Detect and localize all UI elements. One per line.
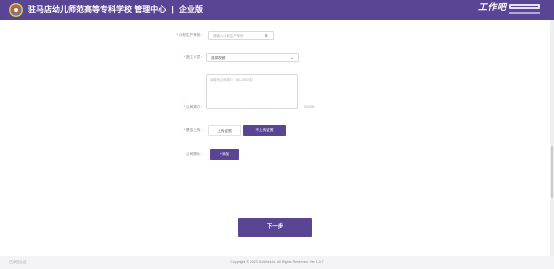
upload-field-label: *是否上传： bbox=[183, 128, 204, 132]
section-label: 企业版 bbox=[178, 5, 203, 14]
company-intro-textarea[interactable]: 请填写公司简介（50-1000字） bbox=[206, 74, 298, 109]
photo-field-label: 公司照片： bbox=[186, 152, 204, 156]
brand-badge bbox=[509, 4, 540, 9]
school-logo-icon bbox=[9, 3, 23, 17]
intro-char-counter: 0/1000 bbox=[304, 105, 315, 109]
top-header: 驻马店幼儿师范高等专科学校 管理中心 | 企业版 工作吧 bbox=[0, 0, 554, 20]
upload-option-yes[interactable]: 上传证照 bbox=[208, 125, 241, 136]
plan-year-input[interactable]: 请输入计划生产年份 年 bbox=[208, 31, 274, 40]
school-name: 驻马店幼儿师范高等专科学校 bbox=[28, 5, 132, 14]
add-photo-button[interactable]: +添加 bbox=[210, 149, 239, 160]
center-label: 管理中心 bbox=[134, 5, 167, 14]
next-step-button[interactable]: 下一步 bbox=[238, 218, 312, 237]
upload-option-no[interactable]: 不上传证照 bbox=[243, 125, 286, 136]
plan-field-label: *计划生产年份： bbox=[176, 33, 204, 37]
header-separator: | bbox=[171, 5, 174, 14]
vertical-scrollbar[interactable] bbox=[550, 20, 554, 256]
plan-year-placeholder: 请输入计划生产年份 bbox=[213, 34, 244, 38]
header-title: 驻马店幼儿师范高等专科学校 管理中心 | 企业版 bbox=[28, 4, 203, 16]
type-select-value: 选择视频 bbox=[211, 56, 226, 60]
type-select[interactable]: 选择视频 ⌄ bbox=[206, 53, 299, 62]
footer: 已添加认证 Copyright © 2023 GoWork.hi. All Ri… bbox=[0, 256, 554, 269]
plan-year-unit: 年 bbox=[264, 34, 268, 38]
scrollbar-thumb[interactable] bbox=[551, 146, 553, 198]
intro-field-label: *公司简介： bbox=[183, 105, 204, 109]
form-area: *计划生产年份： 请输入计划生产年份 年 *施工人员： 选择视频 ⌄ *公司简介… bbox=[0, 20, 550, 256]
brand-tagline bbox=[509, 12, 540, 14]
copyright-text: Copyright © 2023 GoWork.hi. All Rights R… bbox=[230, 260, 324, 264]
brand-name: 工作吧 bbox=[478, 2, 507, 12]
chevron-down-icon: ⌄ bbox=[289, 55, 295, 61]
brand-logo: 工作吧 bbox=[478, 2, 540, 18]
company-intro-placeholder: 请填写公司简介（50-1000字） bbox=[210, 78, 256, 82]
type-field-label: *施工人员： bbox=[183, 55, 204, 59]
